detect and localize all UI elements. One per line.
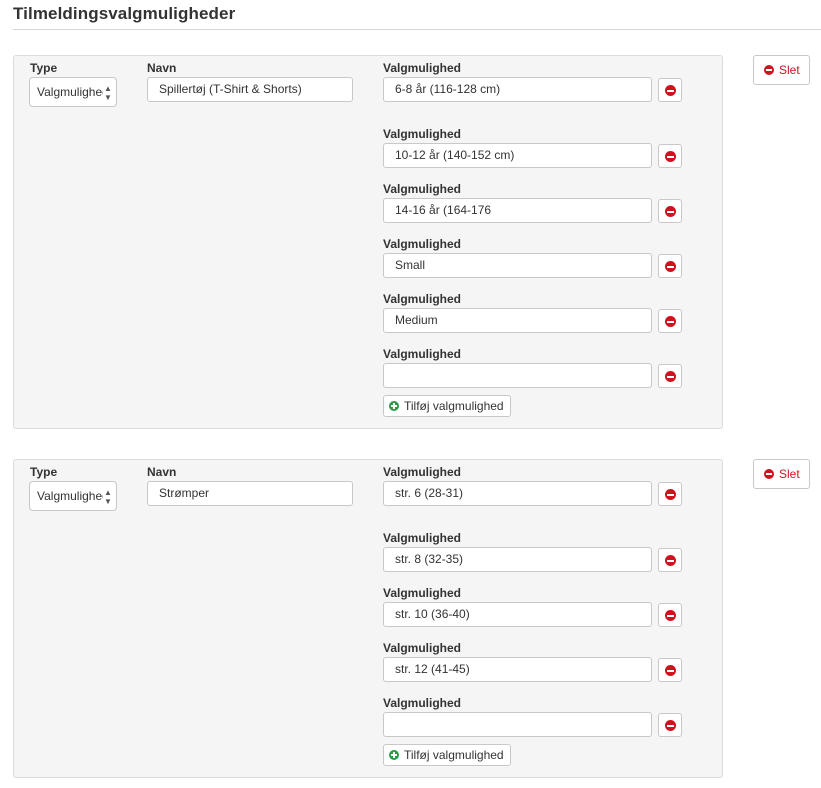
option-input[interactable]: Medium [383,308,652,333]
remove-option-button[interactable] [658,482,682,506]
remove-option-button[interactable] [658,364,682,388]
plus-circle-icon [389,401,399,411]
option-label: Valgmulighed [383,182,462,196]
add-option-button[interactable]: Tilføj valgmulighed [383,744,511,766]
delete-label: Slet [779,63,800,77]
name-label: Navn [147,61,177,75]
type-select-value: Valgmulighed [37,85,103,99]
option-input[interactable]: 6-8 år (116-128 cm) [383,77,652,102]
minus-circle-icon [665,85,676,96]
type-label: Type [30,465,58,479]
remove-option-button[interactable] [658,309,682,333]
delete-label: Slet [779,467,800,481]
delete-group-button[interactable]: Slet [753,55,810,85]
sort-arrows-icon: ▲ ▼ [104,84,112,102]
section-title: Tilmeldingsvalgmuligheder [13,4,236,23]
minus-circle-icon [665,720,676,731]
remove-option-button[interactable] [658,254,682,278]
minus-circle-icon [665,665,676,676]
name-label: Navn [147,465,177,479]
add-option-label: Tilføj valgmulighed [404,748,504,762]
remove-option-button[interactable] [658,78,682,102]
minus-circle-icon [764,469,774,479]
minus-circle-icon [665,206,676,217]
option-label: Valgmulighed [383,237,462,251]
delete-group-button[interactable]: Slet [753,459,810,489]
name-input[interactable]: Strømper [147,481,353,506]
option-input[interactable]: str. 10 (36-40) [383,602,652,627]
option-input[interactable] [383,712,652,737]
minus-circle-icon [764,65,774,75]
option-input[interactable]: str. 8 (32-35) [383,547,652,572]
remove-option-button[interactable] [658,199,682,223]
option-input[interactable]: str. 6 (28-31) [383,481,652,506]
minus-circle-icon [665,489,676,500]
sort-arrows-icon: ▲ ▼ [104,488,112,506]
title-divider [13,29,821,30]
name-input[interactable]: Spillertøj (T-Shirt & Shorts) [147,77,353,102]
remove-option-button[interactable] [658,713,682,737]
add-option-label: Tilføj valgmulighed [404,399,504,413]
type-select[interactable]: Valgmulighed ▲ ▼ [29,77,117,107]
option-label: Valgmulighed [383,292,462,306]
option-input[interactable]: str. 12 (41-45) [383,657,652,682]
remove-option-button[interactable] [658,548,682,572]
remove-option-button[interactable] [658,658,682,682]
plus-circle-icon [389,750,399,760]
minus-circle-icon [665,151,676,162]
type-label: Type [30,61,58,75]
option-label: Valgmulighed [383,696,462,710]
remove-option-button[interactable] [658,603,682,627]
option-label: Valgmulighed [383,347,462,361]
type-select-value: Valgmulighed [37,489,103,503]
option-label: Valgmulighed [383,641,462,655]
add-option-button[interactable]: Tilføj valgmulighed [383,395,511,417]
remove-option-button[interactable] [658,144,682,168]
option-input[interactable]: 14-16 år (164-176 [383,198,652,223]
option-label: Valgmulighed [383,61,462,75]
option-input[interactable] [383,363,652,388]
option-label: Valgmulighed [383,586,462,600]
minus-circle-icon [665,610,676,621]
option-input[interactable]: Small [383,253,652,278]
minus-circle-icon [665,371,676,382]
option-label: Valgmulighed [383,465,462,479]
option-input[interactable]: 10-12 år (140-152 cm) [383,143,652,168]
minus-circle-icon [665,261,676,272]
option-label: Valgmulighed [383,127,462,141]
minus-circle-icon [665,316,676,327]
option-label: Valgmulighed [383,531,462,545]
type-select[interactable]: Valgmulighed ▲ ▼ [29,481,117,511]
minus-circle-icon [665,555,676,566]
